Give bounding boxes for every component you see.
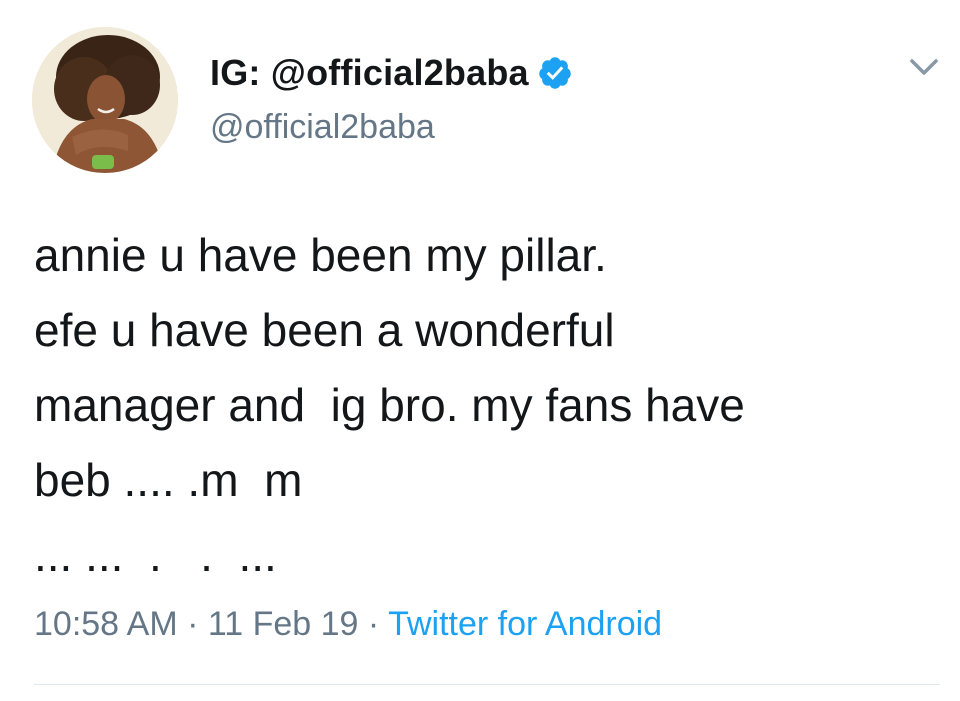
chevron-down-icon[interactable]	[906, 52, 942, 82]
profile-photo	[32, 27, 178, 173]
tweet-source-link[interactable]: Twitter for Android	[388, 605, 662, 643]
tweet-line: ... ... . . ...	[34, 529, 277, 581]
user-handle[interactable]: @official2baba	[210, 108, 435, 147]
tweet-line: manager and ig bro. my fans have	[34, 379, 745, 431]
tweet-time[interactable]: 10:58 AM	[34, 605, 178, 643]
avatar[interactable]	[32, 27, 178, 173]
tweet-line: annie u have been my pillar.	[34, 229, 607, 281]
display-name-row[interactable]: IG: @official2baba	[210, 50, 573, 96]
tweet-text: annie u have been my pillar. efe u have …	[34, 218, 949, 593]
tweet-date[interactable]: 11 Feb 19	[208, 605, 359, 643]
divider	[34, 684, 940, 685]
verified-badge-icon	[537, 55, 573, 91]
display-name[interactable]: IG: @official2baba	[210, 52, 529, 94]
tweet-metadata: 10:58 AM · 11 Feb 19 · Twitter for Andro…	[34, 605, 662, 644]
meta-separator: ·	[358, 605, 389, 643]
tweet-line: beb .... .m m	[34, 454, 303, 506]
meta-separator: ·	[177, 605, 208, 643]
tweet-line: efe u have been a wonderful	[34, 304, 615, 356]
